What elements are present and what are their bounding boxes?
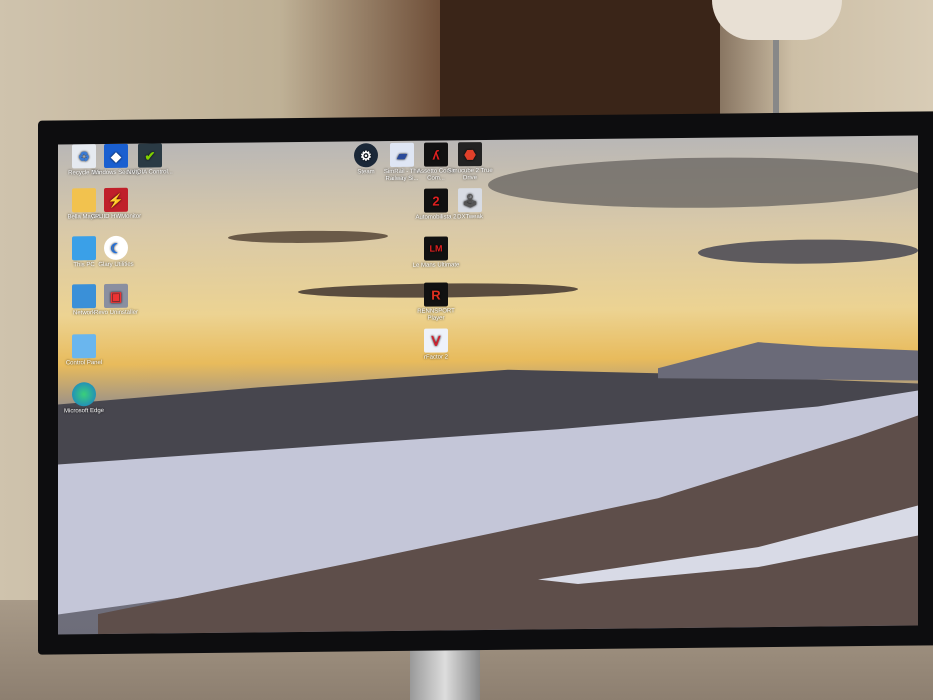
lamp (712, 0, 842, 40)
simucube-icon: ⬣ (458, 142, 482, 167)
bookshelf (440, 0, 720, 120)
desktop-icon-nvidia[interactable]: ✔ NVIDIA Control... (122, 143, 178, 177)
desktop-icon-simucube[interactable]: ⬣ Simucube 2 True Drive (442, 142, 498, 183)
lmu-icon: LM (424, 236, 448, 261)
desktop-icon-edge[interactable]: Microsoft Edge (58, 382, 112, 416)
desktop-screen: ♻ Recycle Bin ◆ Windows Security ✔ NVIDIA C… (58, 135, 918, 635)
desktop-icon-le-mans-ultimate[interactable]: LM Le Mans Ultimate (408, 236, 464, 270)
glary-icon: ☾ (104, 235, 128, 261)
desktop-icon-dxtweak[interactable]: 🕹 DXTweak (442, 188, 498, 222)
nvidia-icon: ✔ (138, 143, 162, 168)
monitor: ♻ Recycle Bin ◆ Windows Security ✔ NVIDIA C… (38, 111, 933, 655)
edge-icon (72, 382, 96, 407)
joystick-icon: 🕹 (458, 188, 482, 213)
rfactor-icon: ᐯ (424, 328, 448, 353)
desktop-icon-rennsport[interactable]: R RENNSPORT Player (408, 282, 464, 323)
desktop-icon-revo[interactable]: ▣ Revo Uninstaller (88, 283, 144, 318)
desktop-icon-rfactor[interactable]: ᐯ rFactor 2 (408, 328, 464, 362)
control-panel-icon (72, 334, 96, 359)
revo-icon: ▣ (104, 283, 128, 309)
desktop-icon-glary[interactable]: ☾ Glary Utilities (88, 235, 144, 270)
hwmonitor-icon: ⚡ (104, 187, 128, 213)
desktop-icon-hwmonitor[interactable]: ⚡ CPUID HWMonitor (88, 187, 144, 222)
desktop-icon-control-panel[interactable]: Control Panel (58, 334, 112, 368)
rennsport-icon: R (424, 282, 448, 307)
